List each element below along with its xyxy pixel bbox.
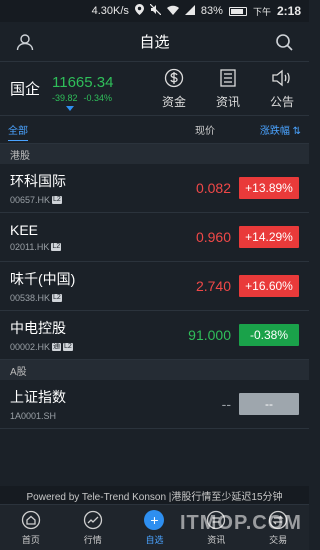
- stock-info: 上证指数 1A0001.SH: [10, 387, 131, 421]
- level2-badge: L2: [63, 343, 73, 351]
- level2-badge: L2: [52, 294, 62, 302]
- column-header: 全部 现价 涨跌幅 ⇅: [0, 116, 309, 144]
- caret-down-icon[interactable]: [66, 106, 74, 111]
- stock-row[interactable]: 中电控股 00002.HK 通 L2 91.000 -0.38%: [0, 311, 309, 360]
- stock-info: 中电控股 00002.HK 通 L2: [10, 318, 131, 352]
- clock: 2:18: [276, 4, 301, 18]
- stock-code-line: 00538.HK L2: [10, 293, 131, 303]
- network-speed: 4.30K/s: [91, 5, 129, 17]
- index-change: -39.82: [52, 93, 78, 103]
- stock-name: 中电控股: [10, 320, 66, 336]
- quick-link-funds[interactable]: 资金: [162, 67, 186, 110]
- tab-label: 首页: [21, 534, 40, 545]
- change-pill[interactable]: +16.60%: [239, 275, 299, 297]
- level2-badge: L2: [52, 196, 62, 204]
- location-icon: [134, 4, 144, 18]
- filter-all-tab[interactable]: 全部: [8, 122, 145, 141]
- chart-icon: [83, 510, 103, 530]
- top-navbar: 自选: [0, 22, 309, 62]
- page-title: 自选: [139, 34, 170, 51]
- tab-label: 自选: [145, 534, 164, 545]
- search-icon[interactable]: [273, 31, 295, 53]
- tab-market[interactable]: 行情: [62, 505, 124, 550]
- index-changes: -39.82 -0.34%: [52, 93, 147, 103]
- signal-icon: [184, 4, 195, 18]
- stock-row[interactable]: 环科国际 00657.HK L2 0.082 +13.89%: [0, 164, 309, 213]
- stock-name: 味千(中国): [10, 271, 76, 287]
- stock-row[interactable]: KEE 02011.HK L2 0.960 +14.29%: [0, 213, 309, 262]
- level2-badge: L2: [51, 243, 62, 251]
- home-icon: [21, 510, 41, 530]
- stock-code: 00002.HK: [10, 342, 51, 352]
- mute-icon: [149, 3, 162, 18]
- stock-code: 1A0001.SH: [10, 411, 57, 421]
- stock-price: 91.000: [188, 327, 231, 343]
- stock-price: 0.082: [195, 180, 231, 196]
- battery-icon: [228, 6, 247, 16]
- stock-price: 0.960: [195, 229, 231, 245]
- battery-percent: 83%: [200, 5, 223, 17]
- connect-badge: 通: [52, 343, 62, 351]
- user-icon[interactable]: [14, 31, 36, 53]
- change-column-header[interactable]: 涨跌幅 ⇅: [237, 122, 301, 137]
- change-column-label: 涨跌幅: [259, 126, 290, 137]
- wifi-icon: [166, 5, 179, 18]
- index-name: 国企: [10, 81, 41, 98]
- status-bar: 4.30K/s 83% 下午 2:18: [0, 0, 309, 22]
- index-price: 11665.34: [52, 74, 114, 91]
- stock-info: 环科国际 00657.HK L2: [10, 171, 131, 205]
- stock-name: 环科国际: [10, 173, 66, 189]
- tab-home[interactable]: 首页: [0, 505, 62, 550]
- tab-watchlist[interactable]: + 自选: [124, 505, 186, 550]
- speaker-icon: [271, 67, 293, 89]
- news-icon: [218, 67, 238, 89]
- quick-link-label: 资讯: [215, 95, 240, 109]
- stock-info: KEE 02011.HK L2: [10, 222, 131, 252]
- stock-code-line: 00002.HK 通 L2: [10, 342, 131, 352]
- stock-code-line: 00657.HK L2: [10, 195, 131, 205]
- tab-label: 行情: [83, 534, 102, 545]
- stock-info: 味千(中国) 00538.HK L2: [10, 269, 131, 303]
- change-pill[interactable]: +14.29%: [239, 226, 299, 248]
- stock-name: KEE: [10, 222, 39, 238]
- ampm-label: 下午: [252, 6, 271, 17]
- section-header: 港股: [0, 144, 309, 164]
- quick-link-label: 公告: [269, 95, 294, 109]
- section-header: A股: [0, 360, 309, 380]
- stock-code: 00538.HK: [10, 293, 51, 303]
- stock-code-line: 1A0001.SH: [10, 411, 131, 421]
- dollar-circle-icon: [164, 67, 184, 89]
- stock-row[interactable]: 上证指数 1A0001.SH -- --: [0, 380, 309, 429]
- stock-code-line: 02011.HK L2: [10, 242, 131, 252]
- stock-row[interactable]: 味千(中国) 00538.HK L2 2.740 +16.60%: [0, 262, 309, 311]
- quick-link-news[interactable]: 资讯: [216, 67, 240, 110]
- change-pill[interactable]: -0.38%: [239, 324, 299, 346]
- stock-price: --: [221, 396, 231, 412]
- quick-links: 资金 资讯 公告: [147, 67, 309, 110]
- index-values: 11665.34 -39.82 -0.34%: [52, 74, 147, 103]
- index-summary[interactable]: 国企 11665.34 -39.82 -0.34% 资金 资讯 公告: [0, 62, 309, 116]
- sort-icon: ⇅: [292, 126, 301, 137]
- watermark: ITMOP.COM: [180, 512, 302, 534]
- add-circle-icon: +: [144, 509, 165, 530]
- stock-name: 上证指数: [10, 389, 66, 405]
- data-provider-note: Powered by Tele-Trend Konson |港股行情至少延迟15…: [0, 486, 309, 504]
- change-pill[interactable]: --: [239, 393, 299, 415]
- stock-price: 2.740: [195, 278, 231, 294]
- stock-code: 00657.HK: [10, 195, 51, 205]
- index-change-pct: -0.34%: [83, 93, 113, 103]
- change-pill[interactable]: +13.89%: [239, 177, 299, 199]
- quick-link-label: 资金: [161, 95, 186, 109]
- quick-link-announcements[interactable]: 公告: [270, 67, 294, 110]
- price-column-header[interactable]: 现价: [145, 122, 215, 137]
- stock-code: 02011.HK: [10, 242, 50, 252]
